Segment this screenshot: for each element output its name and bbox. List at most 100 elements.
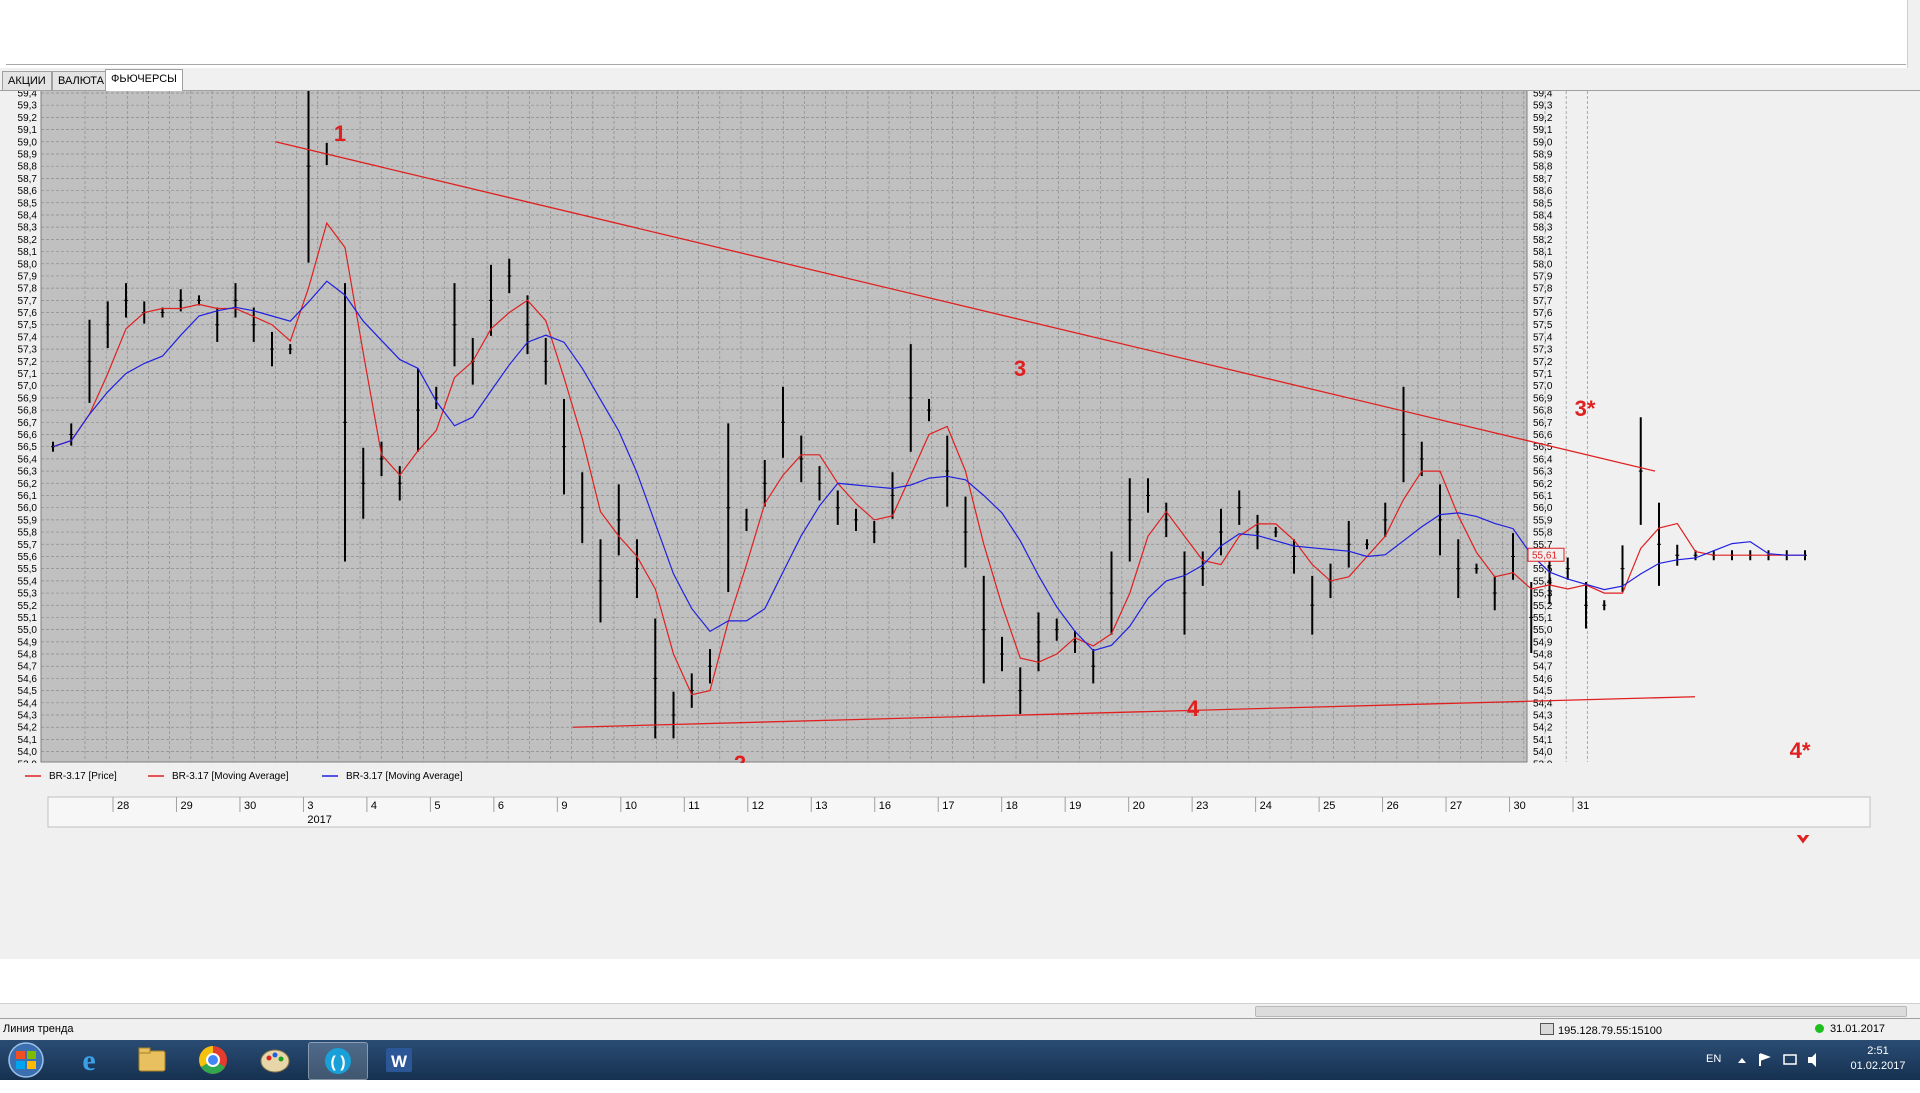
chart-area[interactable]: 59,4 59,4 59,3 59,3 59,2 59,2 59,1 59,1 59,0 59,0… bbox=[0, 91, 1920, 959]
connection-status: 195.128.79.55:15100 bbox=[1540, 1023, 1662, 1037]
price-chart[interactable]: 59,4 59,459,3 59,359,2 59,259,1 59,159,0 59,0… bbox=[0, 91, 1920, 1003]
x-tick-label: 30 bbox=[1514, 800, 1526, 812]
y-tick-label-left: 58,0 bbox=[18, 259, 38, 270]
y-tick-label-right: 57,8 bbox=[1533, 284, 1553, 295]
x-tick-label: 6 bbox=[498, 800, 504, 812]
y-tick-label-right: 58,9 bbox=[1533, 149, 1553, 160]
y-tick-label-right: 56,8 bbox=[1533, 406, 1553, 417]
x-tick-label: 4 bbox=[371, 800, 377, 812]
y-tick-label-right: 57,7 bbox=[1533, 296, 1553, 307]
y-tick-label-right: 55,9 bbox=[1533, 515, 1553, 526]
legend-label: BR-3.17 [Moving Average] bbox=[346, 771, 463, 782]
y-tick-label-left: 56,1 bbox=[18, 491, 38, 502]
y-tick-label-right: 59,3 bbox=[1533, 101, 1553, 112]
y-tick-label-right: 58,6 bbox=[1533, 186, 1553, 197]
server-date: 31.01.2017 bbox=[1815, 1023, 1885, 1035]
y-tick-label-left: 54,8 bbox=[18, 650, 38, 661]
x-tick-label: 5 bbox=[434, 800, 440, 812]
y-tick-label-right: 59,1 bbox=[1533, 125, 1553, 136]
y-tick-label-left: 55,6 bbox=[18, 552, 38, 563]
y-tick-label-right: 58,8 bbox=[1533, 162, 1553, 173]
y-tick-label-left: 56,2 bbox=[18, 479, 38, 490]
x-tick-label: 19 bbox=[1069, 800, 1081, 812]
y-tick-label-left: 57,2 bbox=[18, 357, 38, 368]
x-tick-label: 29 bbox=[180, 800, 192, 812]
svg-text:( ): ( ) bbox=[330, 1054, 345, 1071]
y-tick-label-left: 57,5 bbox=[18, 320, 38, 331]
y-tick-label-left: 55,4 bbox=[18, 576, 38, 587]
y-tick-label-left: 56,4 bbox=[18, 454, 38, 465]
x-tick-label: 16 bbox=[879, 800, 891, 812]
chrome-icon[interactable] bbox=[184, 1042, 242, 1078]
svg-text:e: e bbox=[82, 1044, 95, 1077]
x-tick-label: 31 bbox=[1577, 800, 1589, 812]
start-button[interactable] bbox=[2, 1041, 50, 1079]
y-tick-label-right: 57,4 bbox=[1533, 332, 1553, 343]
clock-date: 01.02.2017 bbox=[1850, 1060, 1906, 1072]
y-tick-label-right: 54,5 bbox=[1533, 686, 1553, 697]
x-year-label: 2017 bbox=[307, 814, 331, 826]
top-scrollbar[interactable] bbox=[1907, 0, 1920, 68]
y-tick-label-left: 59,2 bbox=[18, 113, 38, 124]
y-tick-label-left: 55,2 bbox=[18, 601, 38, 612]
y-tick-label-right: 58,4 bbox=[1533, 210, 1553, 221]
y-tick-label-right: 59,0 bbox=[1533, 137, 1553, 148]
y-tick-label-left: 54,2 bbox=[18, 723, 38, 734]
y-tick-label-left: 58,3 bbox=[18, 223, 38, 234]
horizontal-scrollbar[interactable] bbox=[0, 1003, 1920, 1018]
y-tick-label-left: 54,6 bbox=[18, 674, 38, 685]
tab-futures[interactable]: ФЬЮЧЕРСЫ bbox=[105, 69, 183, 91]
tab-shares[interactable]: АКЦИИ bbox=[2, 71, 52, 90]
x-tick-label: 13 bbox=[815, 800, 827, 812]
x-tick-label: 11 bbox=[688, 800, 699, 812]
network-tray-icon bbox=[1783, 1054, 1797, 1065]
language-indicator[interactable]: EN bbox=[1706, 1053, 1721, 1093]
x-tick-label: 18 bbox=[1006, 800, 1018, 812]
trading-terminal-icon[interactable]: ( ) bbox=[308, 1042, 368, 1080]
y-tick-label-right: 57,9 bbox=[1533, 271, 1553, 282]
x-tick-label: 9 bbox=[561, 800, 567, 812]
y-tick-label-left: 55,0 bbox=[18, 625, 38, 636]
y-tick-label-right: 57,6 bbox=[1533, 308, 1553, 319]
windows-taskbar: e ( ) W EN 2:51 01.02.2017 bbox=[0, 1040, 1920, 1080]
word-icon[interactable]: W bbox=[370, 1042, 428, 1078]
empty-top-area bbox=[0, 0, 1920, 68]
x-tick-label: 20 bbox=[1133, 800, 1145, 812]
y-tick-label-left: 57,4 bbox=[18, 332, 38, 343]
x-tick-label: 24 bbox=[1260, 800, 1272, 812]
x-tick-label: 25 bbox=[1323, 800, 1335, 812]
y-tick-label-left: 59,3 bbox=[18, 101, 38, 112]
annotation-label: 1 bbox=[334, 121, 346, 146]
y-tick-label-left: 58,2 bbox=[18, 235, 38, 246]
y-tick-label-right: 59,4 bbox=[1533, 91, 1553, 100]
x-tick-label: 17 bbox=[942, 800, 954, 812]
y-tick-label-right: 56,0 bbox=[1533, 503, 1553, 514]
y-tick-label-right: 54,8 bbox=[1533, 650, 1553, 661]
y-tick-label-right: 54,2 bbox=[1533, 723, 1553, 734]
y-tick-label-right: 58,1 bbox=[1533, 247, 1553, 258]
y-tick-label-right: 54,6 bbox=[1533, 674, 1553, 685]
paint-icon[interactable] bbox=[246, 1042, 304, 1078]
y-tick-label-left: 57,8 bbox=[18, 284, 38, 295]
y-tick-label-left: 59,4 bbox=[18, 91, 38, 100]
x-tick-label: 23 bbox=[1196, 800, 1208, 812]
tray-icons[interactable] bbox=[1734, 1048, 1834, 1072]
scroll-thumb[interactable] bbox=[1255, 1006, 1907, 1017]
y-tick-label-right: 54,9 bbox=[1533, 637, 1553, 648]
annotation-label: 4* bbox=[1790, 738, 1811, 763]
y-tick-label-right: 55,0 bbox=[1533, 625, 1553, 636]
y-tick-label-right: 54,0 bbox=[1533, 747, 1553, 758]
annotation-label: 3* bbox=[1575, 396, 1596, 421]
y-tick-label-left: 54,7 bbox=[18, 662, 38, 673]
y-tick-label-right: 56,3 bbox=[1533, 467, 1553, 478]
file-explorer-icon[interactable] bbox=[122, 1042, 180, 1078]
internet-explorer-icon[interactable]: e bbox=[60, 1042, 118, 1078]
tab-currency[interactable]: ВАЛЮТА bbox=[52, 71, 110, 90]
clock-time: 2:51 bbox=[1867, 1045, 1889, 1057]
y-tick-label-left: 54,1 bbox=[18, 735, 38, 746]
y-tick-label-left: 58,7 bbox=[18, 174, 38, 185]
y-tick-label-left: 57,3 bbox=[18, 345, 38, 356]
y-tick-label-left: 56,7 bbox=[18, 418, 38, 429]
y-tick-label-right: 57,1 bbox=[1533, 369, 1553, 380]
clock[interactable]: 2:51 01.02.2017 bbox=[1848, 1045, 1908, 1085]
